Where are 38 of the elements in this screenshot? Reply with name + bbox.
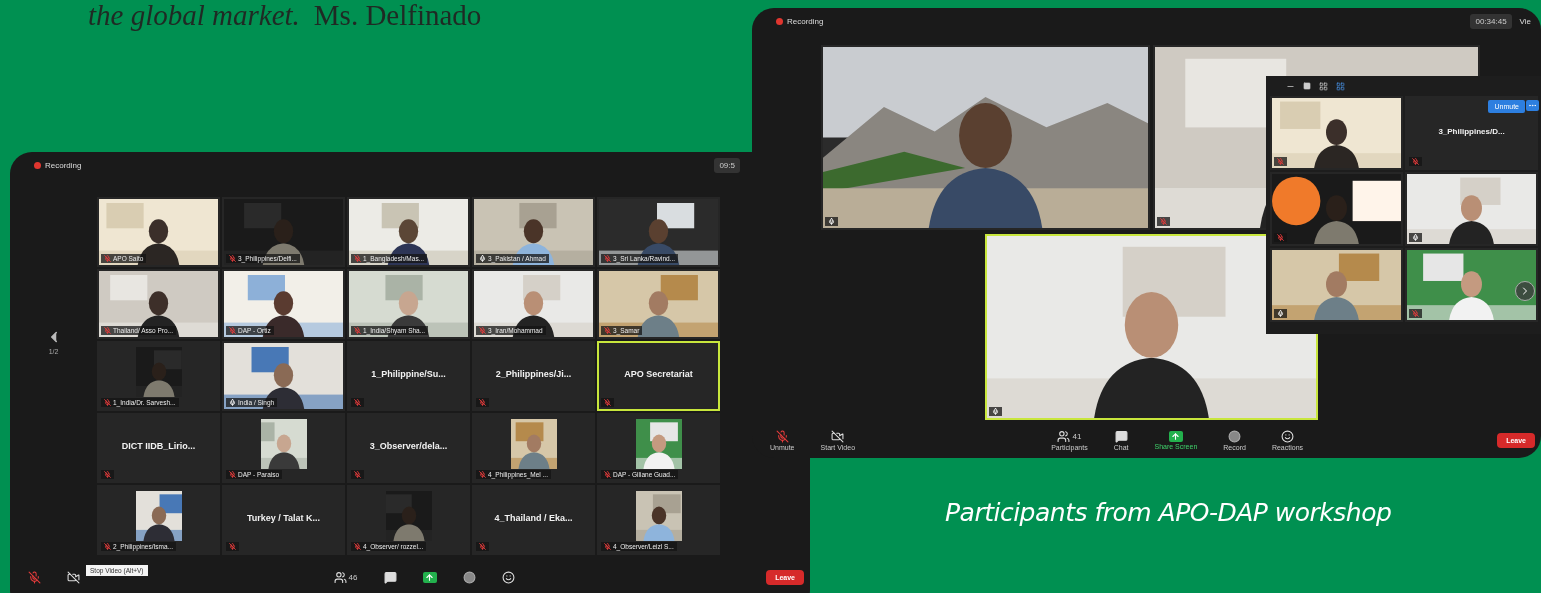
share-screen-icon: [422, 571, 437, 583]
muted-mic-icon: [775, 429, 789, 443]
photo-caption: Participants from APO-DAP workshop: [945, 498, 1392, 527]
more-button[interactable]: [1526, 100, 1539, 111]
share-screen-icon: [1168, 430, 1183, 442]
people-icon: [1057, 429, 1071, 443]
participant-name: APO Secretariat: [624, 369, 693, 379]
quote-attribution: Ms. Delfinado: [313, 0, 482, 30]
view-button[interactable]: Vie: [1519, 16, 1531, 26]
participant-name: 4_Thailand / Eka...: [494, 513, 573, 523]
mute-button[interactable]: [26, 570, 43, 584]
video-button[interactable]: [65, 570, 82, 584]
meeting-timer: 09:5: [714, 157, 740, 173]
participant-name: Turkey / Talat K...: [246, 513, 321, 523]
record-button[interactable]: [460, 570, 478, 584]
chat-icon: [383, 570, 397, 584]
record-icon: [1228, 429, 1242, 443]
participants-button[interactable]: 46: [331, 570, 360, 584]
muted-mic-icon: [28, 570, 41, 584]
smiley-icon: [1280, 429, 1294, 443]
meeting-timer: 00:34:45: [1470, 13, 1512, 29]
recording-indicator: Recording: [776, 16, 824, 26]
participant-name: DICT IIDB_Lirio...: [121, 441, 196, 451]
record-icon: [462, 570, 476, 584]
reactions-button[interactable]: [499, 570, 517, 584]
recording-indicator: Recording: [34, 160, 82, 170]
quote-text: the global market.: [88, 0, 300, 30]
video-off-icon: [831, 429, 845, 443]
video-off-icon: [67, 570, 80, 584]
chat-icon: [1114, 429, 1128, 443]
participant-name: 1_Philippine/Su...: [371, 369, 446, 379]
participant-name: 2_Philippines/Ji...: [495, 369, 572, 379]
people-icon: [333, 570, 347, 584]
share-screen-button[interactable]: [420, 571, 439, 583]
chat-button[interactable]: [381, 570, 399, 584]
participant-name: 3_Observer/dela...: [369, 441, 448, 451]
more-icon: [1528, 101, 1537, 110]
smiley-icon: [501, 570, 515, 584]
